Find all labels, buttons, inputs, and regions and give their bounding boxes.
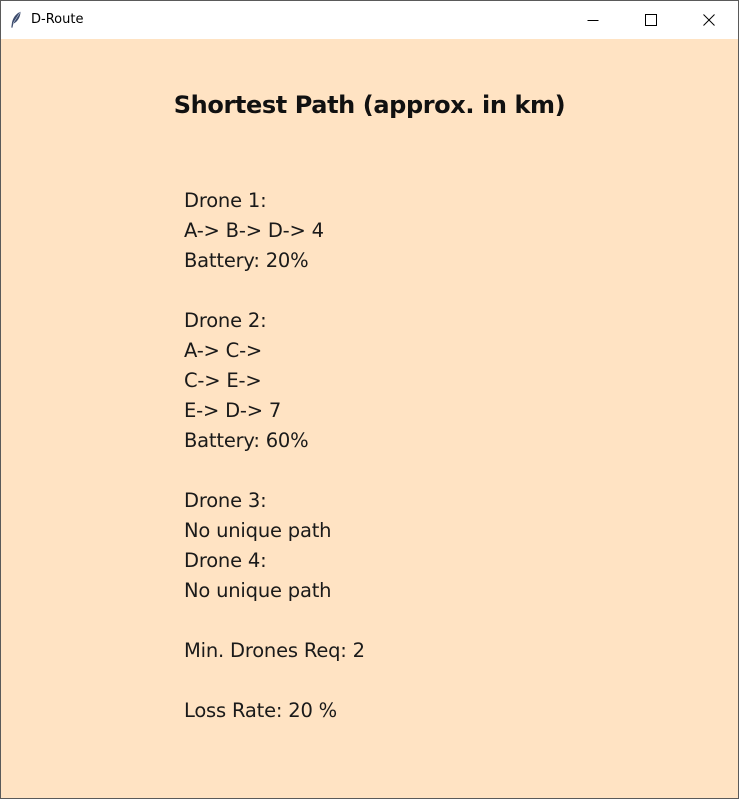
title-bar[interactable]: D-Route [1,1,738,39]
minimize-button[interactable] [564,1,622,39]
close-icon [703,14,715,26]
drone-4-label: Drone 4: [184,549,267,572]
page-title: Shortest Path (approx. in km) [173,91,566,119]
drone-1-battery: Battery: 20% [184,249,309,272]
close-button[interactable] [680,1,738,39]
drone-2-label: Drone 2: [184,309,267,332]
results-panel: Drone 1: A-> B-> D-> 4 Battery: 20% Dron… [184,186,365,726]
min-drones-required: Min. Drones Req: 2 [184,639,365,662]
drone-1-path: A-> B-> D-> 4 [184,219,324,242]
drone-3-label: Drone 3: [184,489,267,512]
drone-2-path-segment: C-> E-> [184,369,262,392]
drone-2-path-segment: A-> C-> [184,339,263,362]
drone-2-battery: Battery: 60% [184,429,309,452]
app-window: D-Route Shortest Path (approx. in km) Dr… [0,0,739,799]
window-controls [564,1,738,39]
minimize-icon [587,20,599,21]
maximize-button[interactable] [622,1,680,39]
window-title: D-Route [31,12,84,27]
drone-3-status: No unique path [184,519,332,542]
drone-2-path-segment: E-> D-> 7 [184,399,282,422]
feather-icon [9,11,23,29]
drone-1-label: Drone 1: [184,189,267,212]
loss-rate: Loss Rate: 20 % [184,699,337,722]
maximize-icon [645,14,657,26]
main-content: Shortest Path (approx. in km) Drone 1: A… [1,40,738,798]
drone-4-status: No unique path [184,579,332,602]
